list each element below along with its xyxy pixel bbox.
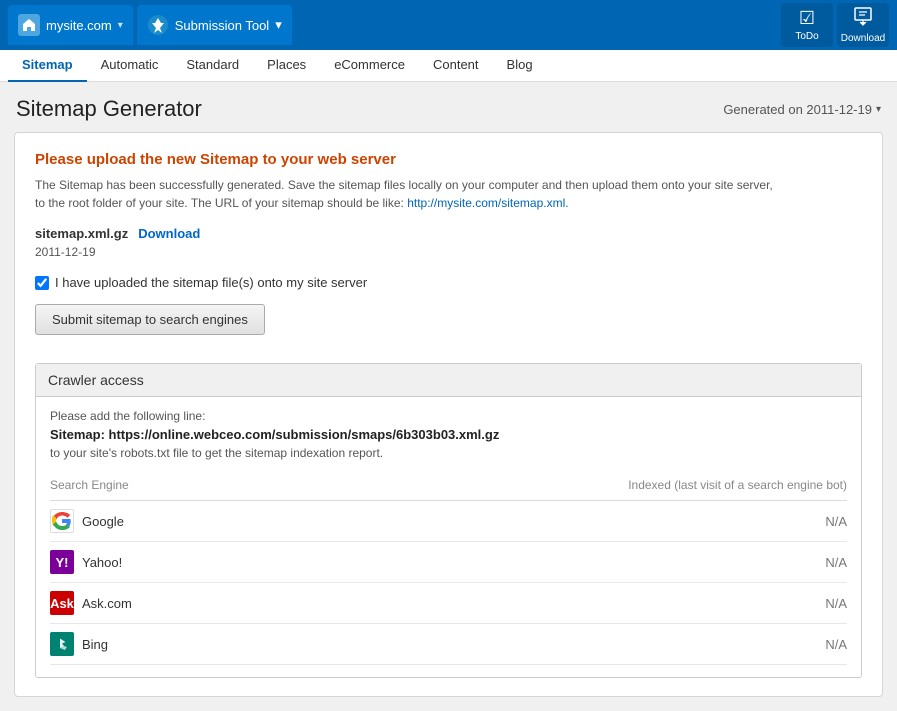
tab-ecommerce[interactable]: eCommerce (320, 50, 419, 82)
tab-blog[interactable]: Blog (493, 50, 547, 82)
yahoo-icon: Y! (50, 550, 74, 574)
upload-checkbox-label: I have uploaded the sitemap file(s) onto… (55, 275, 367, 290)
tab-sitemap[interactable]: Sitemap (8, 50, 87, 82)
upload-checkbox[interactable] (35, 276, 49, 290)
upload-checkbox-row: I have uploaded the sitemap file(s) onto… (35, 275, 862, 290)
alert-title: Please upload the new Sitemap to your we… (35, 151, 862, 168)
todo-label: ToDo (795, 31, 818, 42)
secondary-nav: Sitemap Automatic Standard Places eComme… (0, 50, 897, 82)
download-icon (853, 6, 873, 31)
bing-name: Bing (82, 637, 108, 652)
generated-text: Generated on 2011-12-19 (723, 102, 872, 117)
page-header: Sitemap Generator Generated on 2011-12-1… (0, 82, 897, 132)
file-date: 2011-12-19 (35, 245, 862, 259)
se-row-google: Google N/A (50, 501, 847, 542)
todo-icon: ☑ (799, 8, 815, 29)
se-left-google: Google (50, 509, 124, 533)
google-value: N/A (825, 514, 847, 529)
todo-button[interactable]: ☑ ToDo (781, 3, 833, 47)
page-title: Sitemap Generator (16, 96, 202, 122)
tab-automatic[interactable]: Automatic (87, 50, 173, 82)
crawler-suffix: to your site's robots.txt file to get th… (50, 446, 847, 460)
bing-value: N/A (825, 637, 847, 652)
file-name: sitemap.xml.gz (35, 226, 128, 241)
crawler-url-line: Sitemap: https://online.webceo.com/submi… (50, 427, 847, 442)
alert-link[interactable]: http://mysite.com/sitemap.xml. (407, 196, 568, 210)
tab-content[interactable]: Content (419, 50, 493, 82)
site-dropdown-arrow: ▾ (118, 20, 123, 31)
upload-label-text: I have uploaded the sitemap file(s) onto… (55, 275, 367, 290)
alert-text-1: The Sitemap has been successfully genera… (35, 178, 773, 192)
crawler-body: Please add the following line: Sitemap: … (36, 397, 861, 677)
bing-icon (50, 632, 74, 656)
se-table-header: Search Engine Indexed (last visit of a s… (50, 474, 847, 501)
file-download-link[interactable]: Download (138, 226, 200, 241)
alert-text-2: to the root folder of your site. The URL… (35, 196, 404, 210)
se-row-ask: Ask Ask.com N/A (50, 583, 847, 624)
se-header-engine: Search Engine (50, 478, 129, 492)
tab-standard[interactable]: Standard (172, 50, 253, 82)
tool-icon (147, 14, 169, 36)
se-row-yahoo: Y! Yahoo! N/A (50, 542, 847, 583)
ask-icon: Ask (50, 591, 74, 615)
generated-info[interactable]: Generated on 2011-12-19 ▾ (723, 102, 881, 117)
se-left-ask: Ask Ask.com (50, 591, 132, 615)
submit-sitemap-button[interactable]: Submit sitemap to search engines (35, 304, 265, 335)
tool-tab[interactable]: Submission Tool ▾ (137, 5, 292, 45)
top-bar: mysite.com ▾ Submission Tool ▾ ☑ ToDo (0, 0, 897, 50)
se-left-bing: Bing (50, 632, 108, 656)
se-row-bing: Bing N/A (50, 624, 847, 665)
google-icon (50, 509, 74, 533)
crawler-header: Crawler access (36, 364, 861, 397)
yahoo-name: Yahoo! (82, 555, 122, 570)
crawler-instruction: Please add the following line: (50, 409, 847, 423)
site-tab-label: mysite.com (46, 18, 112, 33)
file-row: sitemap.xml.gz Download (35, 226, 862, 241)
top-bar-right: ☑ ToDo Download (781, 3, 889, 47)
crawler-section: Crawler access Please add the following … (35, 363, 862, 678)
main-content: Please upload the new Sitemap to your we… (14, 132, 883, 697)
tool-dropdown-arrow: ▾ (275, 17, 282, 33)
top-bar-left: mysite.com ▾ Submission Tool ▾ (8, 5, 292, 45)
yahoo-value: N/A (825, 555, 847, 570)
ask-name: Ask.com (82, 596, 132, 611)
home-icon (18, 14, 40, 36)
alert-text: The Sitemap has been successfully genera… (35, 176, 862, 212)
google-name: Google (82, 514, 124, 529)
ask-value: N/A (825, 596, 847, 611)
se-left-yahoo: Y! Yahoo! (50, 550, 122, 574)
generated-arrow: ▾ (876, 104, 881, 115)
download-label: Download (841, 33, 885, 44)
download-button[interactable]: Download (837, 3, 889, 47)
site-tab[interactable]: mysite.com ▾ (8, 5, 133, 45)
tool-tab-label: Submission Tool (175, 18, 269, 33)
tab-places[interactable]: Places (253, 50, 320, 82)
se-header-indexed: Indexed (last visit of a search engine b… (628, 478, 847, 492)
